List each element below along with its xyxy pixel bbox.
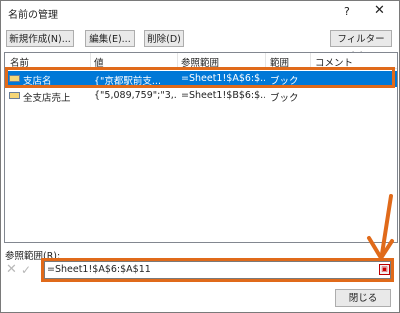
dialog-title: 名前の管理 — [8, 10, 58, 21]
close-icon[interactable]: ✕ — [374, 3, 385, 18]
column-divider — [310, 53, 311, 68]
help-button[interactable]: ? — [344, 5, 350, 18]
edit-button[interactable]: 編集(E)... — [85, 30, 135, 47]
row-name: 全支店売上 — [23, 93, 71, 104]
row-refers-to: =Sheet1!$B$6:$... — [181, 90, 265, 101]
new-button[interactable]: 新規作成(N)... — [6, 30, 74, 47]
name-manager-dialog: 名前の管理 ? ✕ 新規作成(N)... 編集(E)... 削除(D) フィルタ… — [0, 0, 400, 313]
column-divider — [90, 53, 91, 68]
confirm-edit-icon[interactable]: ✓ — [21, 263, 35, 277]
title-bar: 名前の管理 ? ✕ — [1, 1, 399, 23]
filter-button[interactable]: フィルター(F) ▾ — [330, 30, 392, 62]
row-scope: ブック — [270, 93, 299, 104]
refers-to-highlight-box — [41, 258, 394, 282]
close-button[interactable]: 閉じる — [335, 289, 391, 307]
named-range-icon — [9, 92, 20, 99]
delete-button[interactable]: 削除(D) — [144, 30, 184, 47]
row-value: {"5,089,759";"3,... — [94, 90, 176, 101]
cancel-edit-icon[interactable]: ✕ — [6, 263, 20, 277]
column-divider — [265, 53, 266, 68]
selection-highlight-box — [5, 67, 395, 88]
arrow-head — [367, 236, 394, 260]
annotation-arrow — [367, 194, 394, 260]
column-divider — [177, 53, 178, 68]
list-item[interactable]: 全支店売上 {"5,089,759";"3,... =Sheet1!$B$6:$… — [5, 88, 397, 104]
